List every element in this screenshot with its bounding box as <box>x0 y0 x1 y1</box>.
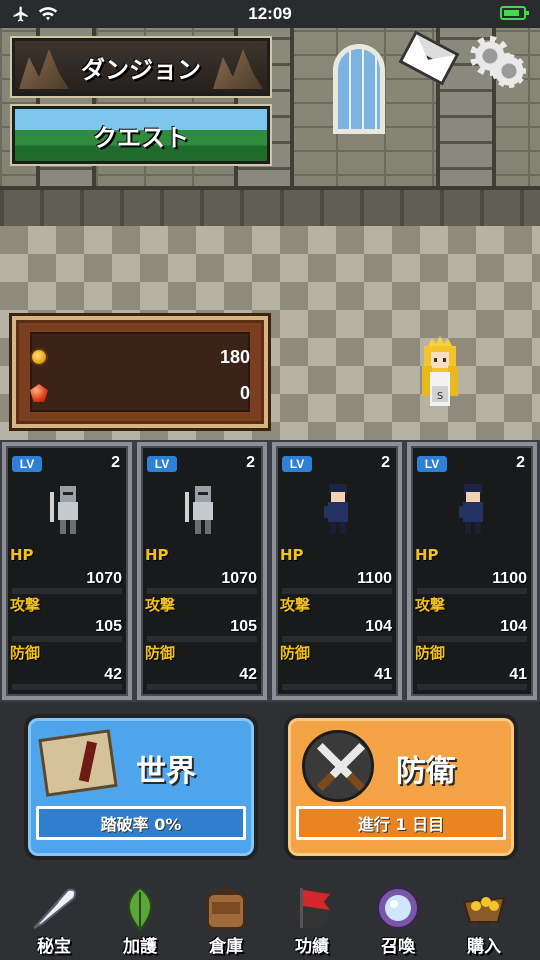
level-badge: LV <box>282 456 312 472</box>
airplane-icon <box>13 6 28 22</box>
armored-knight-sprite <box>50 486 78 534</box>
hp-value: 1100 <box>357 570 392 587</box>
swordsman-sprite <box>324 484 348 534</box>
defense-value: 42 <box>239 666 257 683</box>
defense-button[interactable]: 防衛 進行 1 日目 <box>284 714 518 860</box>
world-title: 世界 <box>136 754 196 789</box>
defense-label: 防御 <box>145 644 176 662</box>
feather-icon <box>33 888 77 929</box>
defense-value: 41 <box>374 666 392 683</box>
castle-window <box>333 44 385 134</box>
tab-label: 加護 <box>123 937 157 957</box>
attack-label: 攻撃 <box>280 596 311 614</box>
world-button[interactable]: 世界 踏破率 0% <box>24 714 258 860</box>
defense-bar <box>12 684 122 690</box>
defense-bar <box>417 684 527 690</box>
hero-level: 2 <box>381 454 390 471</box>
hero-card[interactable]: LV 2 HP 1100 攻撃 104 防御 41 <box>272 442 402 700</box>
tab-label: 購入 <box>467 937 501 957</box>
wall-ledge <box>0 186 540 226</box>
hp-label: HP <box>415 546 439 564</box>
defense-progress: 進行 1 日目 <box>296 806 506 840</box>
status-bar: 12:09 <box>0 0 540 28</box>
hero-card[interactable]: LV 2 HP 1070 攻撃 105 防御 42 <box>137 442 267 700</box>
dungeon-button-label: ダンジョン <box>81 55 201 84</box>
gem-row: 0 <box>30 378 250 408</box>
attack-value: 104 <box>500 618 527 635</box>
currency-panel: 180 0 <box>12 316 268 428</box>
hero-card[interactable]: LV 2 HP 1070 攻撃 105 防御 42 <box>2 442 132 700</box>
defense-label: 防御 <box>415 644 446 662</box>
tab-blessing[interactable]: 加護 <box>100 876 180 960</box>
hp-value: 1100 <box>492 570 527 587</box>
quest-button-label: クエスト <box>93 123 189 152</box>
attack-label: 攻撃 <box>145 596 176 614</box>
hero-card[interactable]: LV 2 HP 1100 攻撃 104 防御 41 <box>407 442 537 700</box>
level-badge: LV <box>147 456 177 472</box>
defense-value: 42 <box>104 666 122 683</box>
tab-storage[interactable]: 倉庫 <box>186 876 266 960</box>
attack-label: 攻撃 <box>10 596 41 614</box>
defense-bar <box>282 684 392 690</box>
crystal-orb-icon <box>377 887 419 929</box>
hp-value: 1070 <box>86 570 122 587</box>
coin-row: 180 <box>30 342 250 372</box>
ruby-gem-icon <box>30 384 48 402</box>
defense-label: 防御 <box>10 644 41 662</box>
settings-gear-icon[interactable] <box>470 36 530 92</box>
attack-value: 104 <box>365 618 392 635</box>
tab-label: 功績 <box>295 937 329 957</box>
hero-level: 2 <box>111 454 120 471</box>
attack-value: 105 <box>230 618 257 635</box>
defense-bar <box>147 684 257 690</box>
hero-level: 2 <box>246 454 255 471</box>
gem-amount: 0 <box>239 382 250 403</box>
defense-value: 41 <box>509 666 527 683</box>
tab-label: 秘宝 <box>37 937 71 957</box>
coin-amount: 180 <box>219 346 250 367</box>
hp-label: HP <box>145 546 169 564</box>
clock: 12:09 <box>248 4 292 23</box>
world-progress: 踏破率 0% <box>36 806 246 840</box>
level-badge: LV <box>417 456 447 472</box>
tab-label: 倉庫 <box>209 937 243 957</box>
leaf-icon <box>128 886 152 932</box>
status-left-icons <box>12 5 58 23</box>
defense-label: 防御 <box>280 644 311 662</box>
princess-sprite: S <box>422 336 458 406</box>
dungeon-button[interactable]: ダンジョン <box>10 36 272 98</box>
flag-icon <box>296 888 330 930</box>
bottom-tab-bar: 秘宝 加護 倉庫 功績 召喚 購入 <box>0 876 540 960</box>
defense-title: 防衛 <box>396 754 456 789</box>
armored-knight-sprite <box>185 486 213 534</box>
tab-achievements[interactable]: 功績 <box>272 876 352 960</box>
tab-summon[interactable]: 召喚 <box>358 876 438 960</box>
quest-button[interactable]: クエスト <box>10 104 272 166</box>
battery-icon <box>500 6 529 20</box>
level-badge: LV <box>12 456 42 472</box>
attack-value: 105 <box>95 618 122 635</box>
attack-label: 攻撃 <box>415 596 446 614</box>
gold-cart-icon <box>462 896 506 930</box>
tab-purchase[interactable]: 購入 <box>444 876 524 960</box>
coin-icon <box>30 348 48 366</box>
hp-value: 1070 <box>221 570 257 587</box>
tab-label: 召喚 <box>381 937 415 957</box>
hp-label: HP <box>280 546 304 564</box>
map-scroll-icon <box>38 729 118 797</box>
hero-level: 2 <box>516 454 525 471</box>
backpack-icon <box>207 887 245 929</box>
svg-text:S: S <box>437 391 443 402</box>
crossed-swords-icon <box>302 730 374 802</box>
tab-treasure[interactable]: 秘宝 <box>14 876 94 960</box>
hp-label: HP <box>10 546 34 564</box>
swordsman-sprite <box>459 484 483 534</box>
wifi-icon <box>38 7 58 21</box>
